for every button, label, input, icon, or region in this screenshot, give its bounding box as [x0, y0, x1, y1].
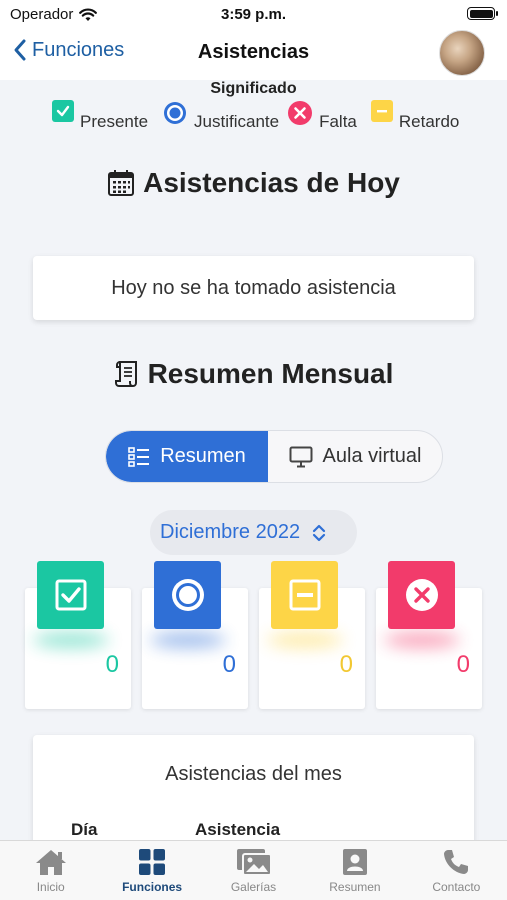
- x-circle-icon: [288, 101, 313, 125]
- back-button[interactable]: Funciones: [12, 38, 124, 62]
- navigation-bar: Funciones Asistencias: [0, 28, 507, 80]
- home-icon: [35, 850, 66, 875]
- legend-item-justificante: Justificante: [154, 100, 279, 132]
- legend-label: Retardo: [398, 112, 460, 131]
- list-icon: [128, 446, 150, 467]
- tab-label: Galerías: [230, 880, 277, 894]
- stat-letter: F: [465, 612, 478, 634]
- column-header-attendance: Asistencia: [195, 820, 281, 839]
- stat-letter: A: [112, 612, 127, 634]
- legend-label: Falta: [319, 112, 357, 131]
- stat-card-faltas: F 0: [376, 561, 482, 709]
- stat-card-justificantes: J 0: [142, 561, 248, 709]
- battery-icon: [467, 7, 498, 20]
- stat-count: 0: [105, 651, 119, 678]
- tab-funciones[interactable]: Funciones: [101, 841, 202, 900]
- gallery-icon: [236, 849, 272, 876]
- tab-bar: Inicio Funciones Galerías Resumen Contac…: [0, 840, 507, 900]
- today-heading: Asistencias de Hoy: [0, 167, 507, 199]
- tab-resumen-nav[interactable]: Resumen: [304, 841, 405, 900]
- stat-count: 0: [456, 651, 470, 678]
- status-time: 3:59 p.m.: [220, 6, 287, 23]
- no-attendance-notice: Hoy no se ha tomado asistencia: [33, 256, 474, 320]
- stat-card-retardos: R 0: [259, 561, 365, 709]
- grid-icon: [139, 849, 166, 875]
- radio-circle-icon: [164, 102, 187, 124]
- legend-item-presente: Presente: [52, 100, 148, 132]
- legend-label: Presente: [80, 112, 149, 131]
- tab-aula-virtual[interactable]: Aula virtual: [268, 431, 442, 482]
- radio-circle-icon: [154, 561, 221, 629]
- minus-square-icon: [271, 561, 338, 629]
- monitor-icon: [289, 446, 313, 467]
- tab-label: Contacto: [432, 880, 481, 894]
- legend-label: Justificante: [194, 112, 280, 131]
- calendar-icon: [108, 170, 135, 196]
- legend-item-retardo: Retardo: [363, 100, 459, 132]
- tab-resumen[interactable]: Resumen: [106, 431, 268, 482]
- legend: Presente Justificante Falta Retardo: [52, 100, 465, 132]
- tab-label: Funciones: [122, 880, 183, 894]
- tab-inicio[interactable]: Inicio: [0, 841, 101, 900]
- month-label: Diciembre 2022: [160, 521, 301, 543]
- scroll-icon: [114, 361, 137, 387]
- stat-card-asistencias: A 0: [25, 561, 131, 709]
- month-selector[interactable]: Diciembre 2022: [150, 510, 357, 555]
- monthly-list-title: Asistencias del mes: [165, 763, 342, 785]
- avatar[interactable]: [439, 30, 485, 76]
- phone-icon: [444, 850, 469, 874]
- stat-letter: J: [232, 612, 244, 634]
- stat-count: 0: [222, 651, 236, 678]
- tab-galerias[interactable]: Galerías: [203, 841, 304, 900]
- chevron-left-icon: [14, 39, 26, 61]
- notice-text: Hoy no se ha tomado asistencia: [111, 276, 396, 299]
- tab-label: Inicio: [36, 880, 65, 894]
- tab-contacto[interactable]: Contacto: [406, 841, 507, 900]
- legend-title: Significado: [210, 80, 297, 97]
- tab-resumen-label: Resumen: [160, 445, 246, 467]
- stat-letter: R: [346, 612, 361, 634]
- tab-aula-virtual-label: Aula virtual: [322, 445, 422, 467]
- back-button-label: Funciones: [32, 38, 125, 61]
- status-bar: Operador 3:59 p.m.: [0, 0, 507, 28]
- monthly-heading-label: Resumen Mensual: [147, 358, 394, 389]
- check-square-icon: [52, 100, 74, 122]
- x-circle-icon: [388, 561, 455, 629]
- check-square-icon: [37, 561, 104, 629]
- chevron-up-down-icon: [312, 524, 326, 541]
- monthly-heading: Resumen Mensual: [0, 358, 507, 390]
- column-header-day: Día: [71, 820, 98, 839]
- view-segmented-control: Resumen Aula virtual: [105, 430, 443, 483]
- minus-square-icon: [370, 100, 393, 122]
- tab-label: Resumen: [329, 880, 381, 894]
- id-card-icon: [342, 849, 367, 875]
- stat-count: 0: [339, 651, 353, 678]
- today-heading-label: Asistencias de Hoy: [143, 167, 400, 198]
- legend-item-falta: Falta: [285, 100, 357, 132]
